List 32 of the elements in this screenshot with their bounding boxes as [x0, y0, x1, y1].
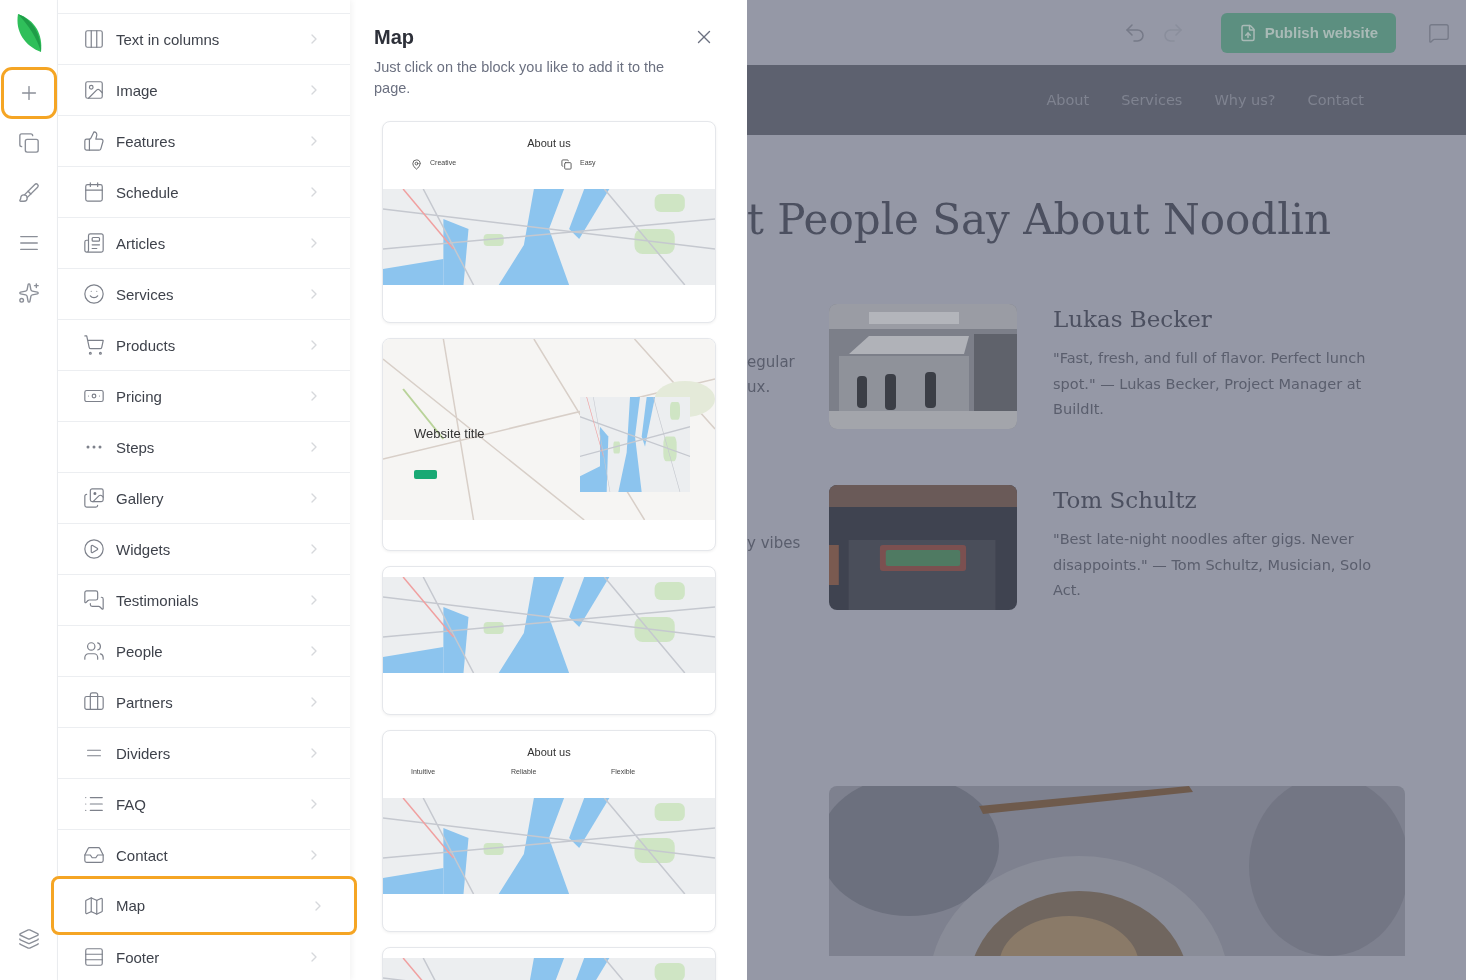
testimonial-name: Tom Schultz	[1053, 487, 1198, 513]
panel-subtitle: Just click on the block you like to add it to the page.	[374, 58, 666, 98]
category-label: Testimonials	[116, 591, 200, 609]
category-label: Steps	[116, 438, 156, 456]
category-label: Schedule	[116, 183, 180, 201]
preview-heading: About us	[526, 746, 572, 758]
category-label: Partners	[116, 693, 174, 711]
body-text: y vibes	[747, 533, 802, 554]
block-category-item[interactable]: Map	[51, 876, 357, 935]
body-text: ux.	[747, 377, 772, 398]
category-label: Features	[116, 132, 177, 150]
category-label: Dividers	[116, 744, 172, 762]
category-label: Gallery	[116, 489, 165, 507]
category-label: FAQ	[116, 795, 147, 813]
category-label: Pricing	[116, 387, 163, 405]
category-label: Map	[116, 897, 147, 914]
category-label: Products	[116, 336, 177, 354]
testimonial-quote: "Fast, fresh, and full of flavor. Perfect lunch spot." — Lukas Becker, Project Manager at BuildIt.	[1053, 349, 1367, 419]
panel-title: Map	[374, 26, 414, 49]
body-text: egular	[747, 352, 796, 373]
section-heading: t People Say About Noodlin	[747, 195, 1333, 244]
category-label: Image	[116, 81, 159, 99]
category-label: Articles	[116, 234, 167, 252]
category-label: Contact	[116, 846, 169, 864]
category-label: Text in columns	[116, 30, 221, 48]
testimonial-name: Lukas Becker	[1053, 306, 1213, 332]
category-label: People	[116, 642, 164, 660]
category-label: Widgets	[116, 540, 172, 558]
testimonial-quote: "Best late-night noodles after gigs. Never disappoints." — Tom Schultz, Musician, Solo Act.	[1053, 530, 1373, 600]
preview-heading: About us	[526, 137, 572, 149]
category-label: Footer	[116, 948, 161, 966]
category-label: Services	[116, 285, 175, 303]
